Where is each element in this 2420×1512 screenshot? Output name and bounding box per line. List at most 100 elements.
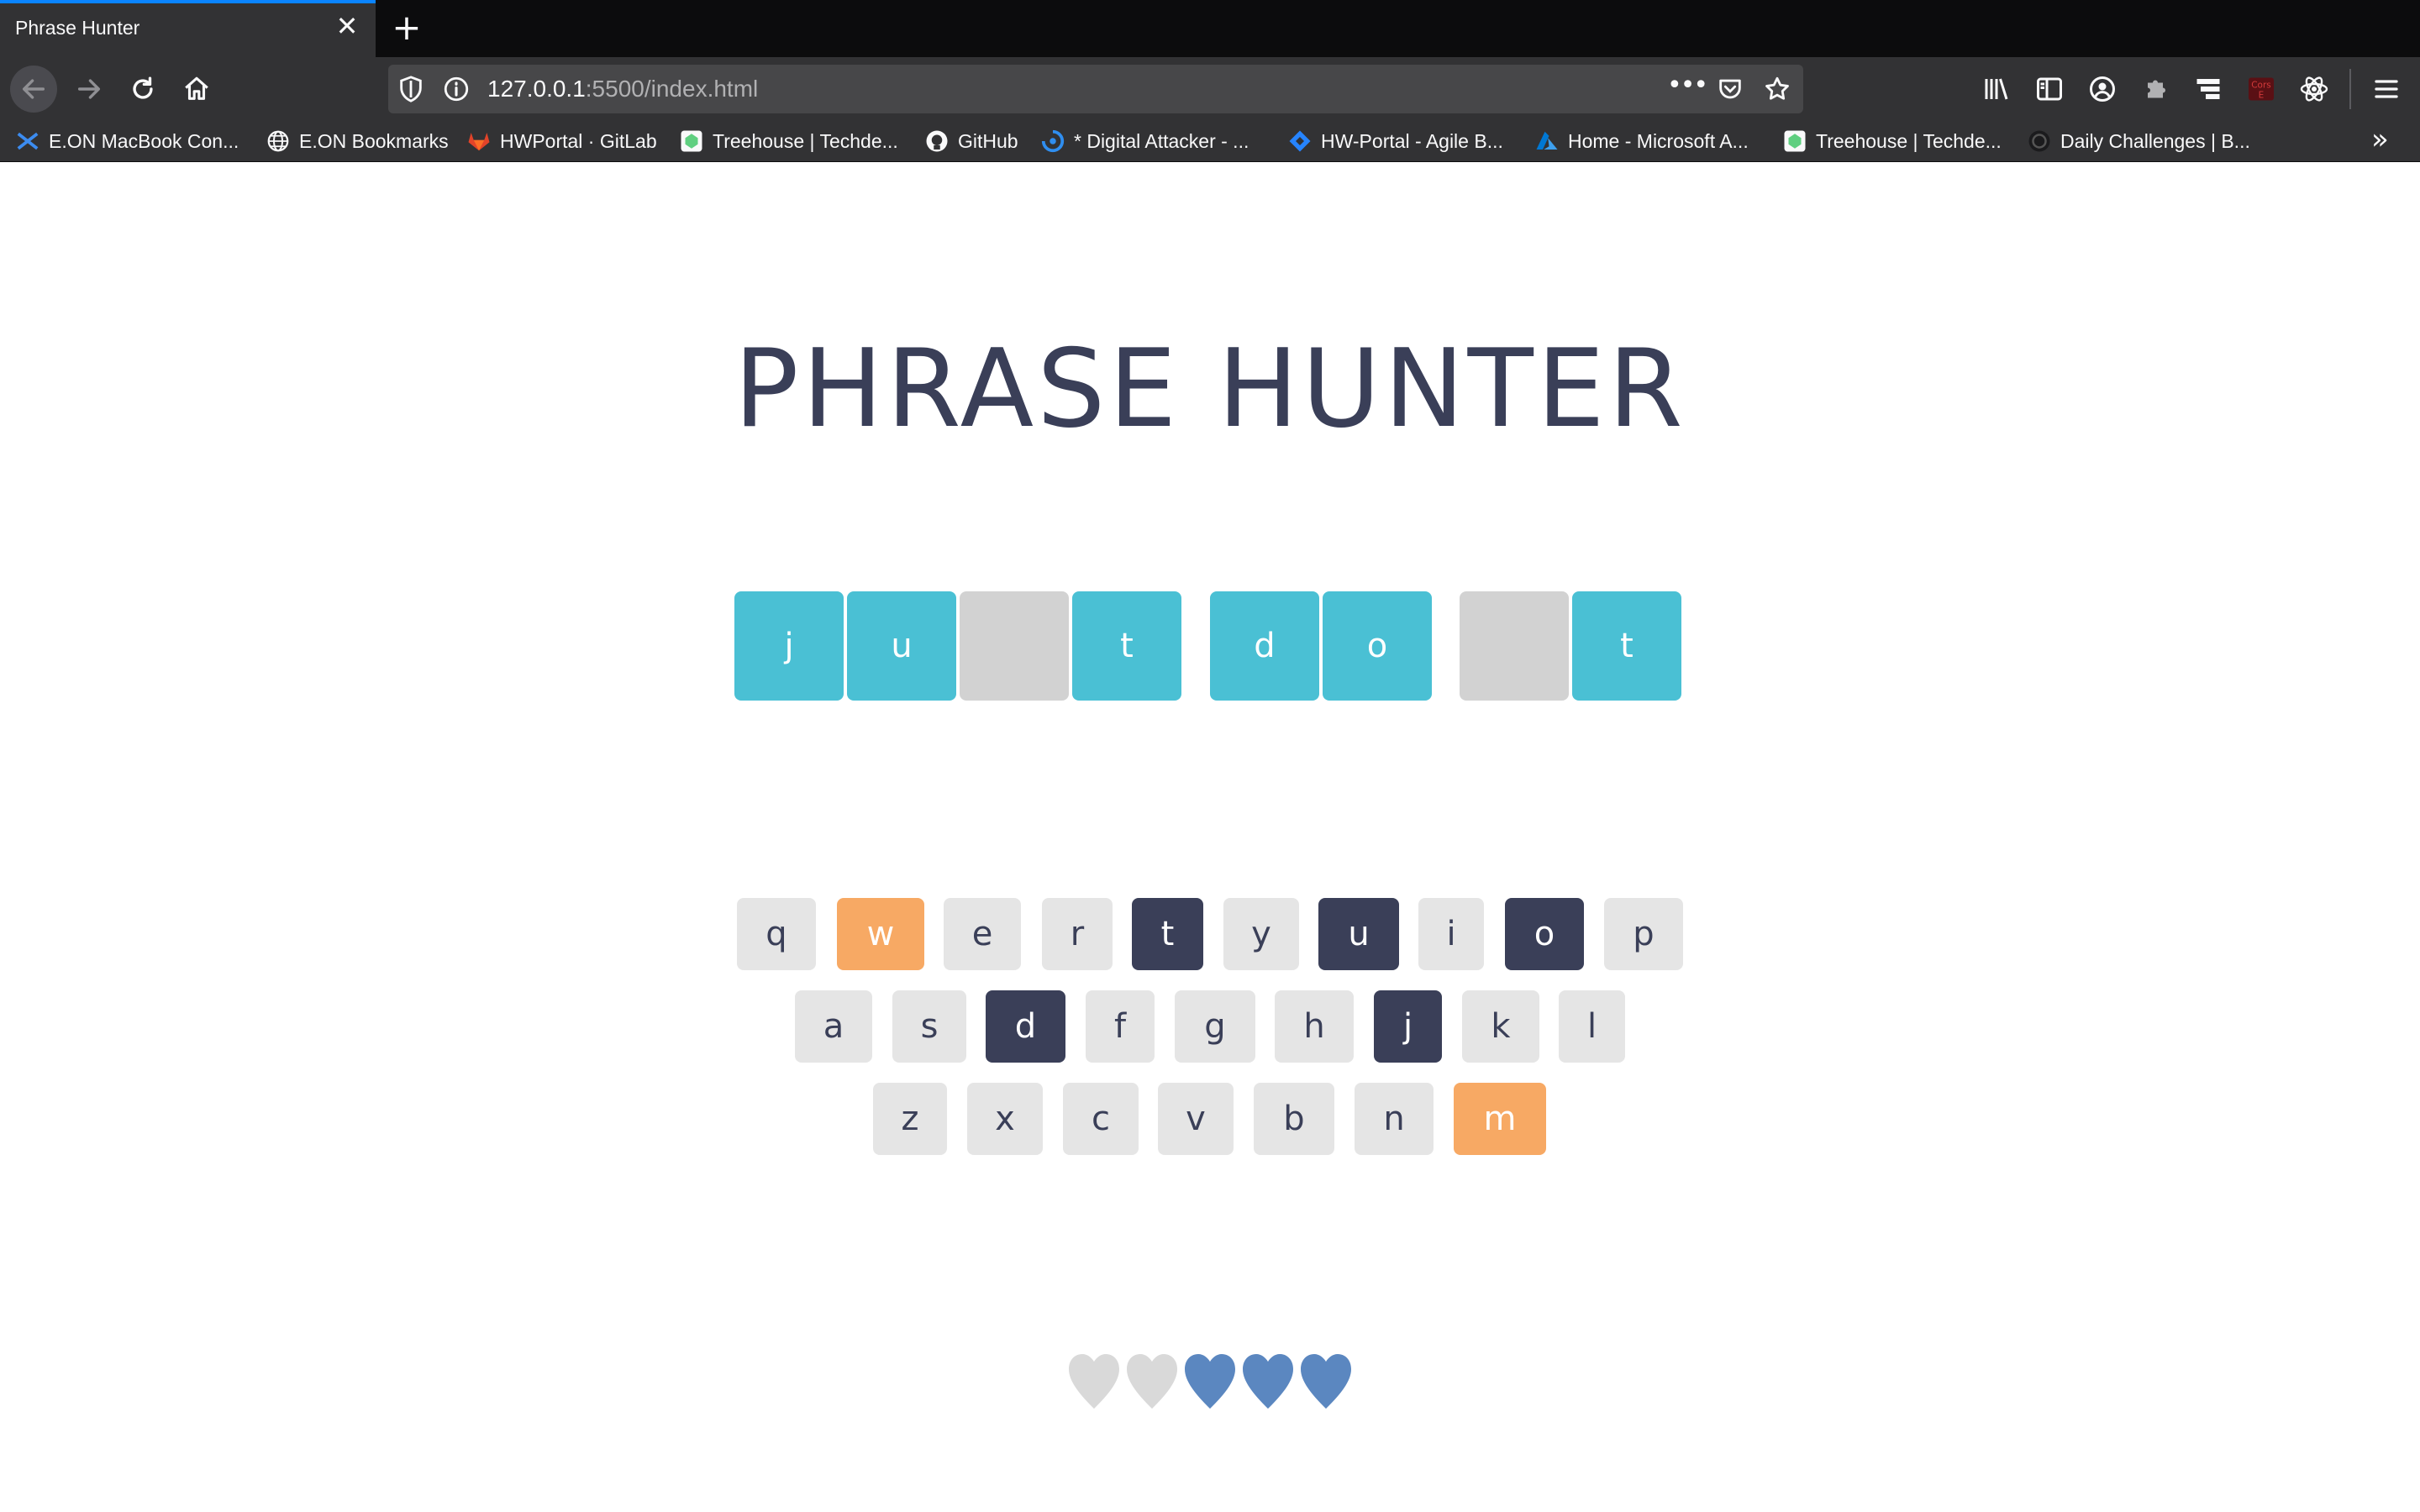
key-y[interactable]: y	[1223, 898, 1299, 970]
jira-icon	[1289, 130, 1311, 152]
key-v[interactable]: v	[1158, 1083, 1234, 1155]
bookmark-item[interactable]: E.ON Bookmarks	[266, 128, 449, 155]
page-content: PHRASE HUNTER j u s t d o i t q w e r t …	[0, 162, 2420, 1512]
gitlab-icon	[468, 133, 490, 151]
key-z[interactable]: z	[873, 1083, 947, 1155]
key-i[interactable]: i	[1418, 898, 1484, 970]
pocket-icon[interactable]	[1716, 75, 1744, 103]
phrase-letter: u	[847, 591, 956, 701]
key-c[interactable]: c	[1063, 1083, 1139, 1155]
url-field[interactable]: 127.0.0.1:5500/index.html	[487, 76, 758, 102]
phrase-letter: t	[1072, 591, 1181, 701]
page-actions-icon[interactable]: •••	[1667, 73, 1708, 103]
key-b[interactable]: b	[1254, 1083, 1334, 1155]
key-d[interactable]: d	[986, 990, 1065, 1063]
bookmark-label: HWPortal · GitLab	[500, 129, 657, 152]
github-icon	[926, 130, 948, 152]
key-t[interactable]: t	[1132, 898, 1203, 970]
phrase-letter: s	[960, 591, 1069, 701]
bookmark-label: * Digital Attacker - ...	[1074, 129, 1249, 152]
close-tab-icon[interactable]: ✕	[333, 12, 361, 40]
key-m[interactable]: m	[1454, 1083, 1546, 1155]
bookmark-item[interactable]: * Digital Attacker - ...	[1040, 128, 1249, 155]
sidebar-icon[interactable]	[2034, 74, 2065, 104]
phrase-letter: i	[1460, 591, 1569, 701]
react-devtools-icon[interactable]	[2299, 74, 2329, 104]
challenge-icon	[2028, 130, 2050, 152]
svg-text:Cors: Cors	[2251, 81, 2271, 91]
svg-text:E: E	[2259, 91, 2265, 101]
heart-icon	[1243, 1354, 1293, 1409]
key-w[interactable]: w	[837, 898, 924, 970]
forward-button[interactable]	[66, 66, 113, 113]
bookmark-item[interactable]: Treehouse | Techde...	[1782, 128, 2002, 155]
home-button[interactable]	[173, 66, 220, 113]
key-e[interactable]: e	[944, 898, 1021, 970]
bookmark-label: E.ON Bookmarks	[299, 129, 449, 152]
chevron-double-right-icon[interactable]: »	[2371, 125, 2402, 155]
bookmark-label: Treehouse | Techde...	[713, 129, 898, 152]
bookmark-item[interactable]: E.ON MacBook Con...	[15, 128, 239, 155]
account-icon[interactable]	[2087, 74, 2118, 104]
library-icon[interactable]	[1981, 74, 2012, 104]
key-a[interactable]: a	[795, 990, 872, 1063]
bookmark-item[interactable]: Daily Challenges | B...	[2027, 128, 2250, 155]
home-icon	[185, 76, 208, 100]
bookmark-star-icon[interactable]	[1763, 75, 1791, 103]
tab-active-indicator	[0, 0, 376, 3]
globe-icon	[267, 130, 289, 152]
menu-icon[interactable]	[2371, 74, 2402, 104]
bookmark-label: Daily Challenges | B...	[2060, 129, 2250, 152]
key-g[interactable]: g	[1175, 990, 1255, 1063]
cors-extension-icon[interactable]: CorsE	[2246, 74, 2276, 104]
bookmark-item[interactable]: GitHub	[924, 128, 1018, 155]
extension-puzzle-icon[interactable]	[2140, 74, 2170, 104]
tab-phrase-hunter[interactable]: Phrase Hunter ✕	[0, 0, 376, 57]
reload-button[interactable]	[119, 66, 166, 113]
key-r[interactable]: r	[1042, 898, 1113, 970]
bookmark-item[interactable]: Treehouse | Techde...	[679, 128, 898, 155]
bookmark-item[interactable]: HW-Portal - Agile B...	[1287, 128, 1503, 155]
new-tab-icon[interactable]: +	[388, 10, 425, 47]
bookmark-item[interactable]: HWPortal · GitLab	[466, 128, 657, 155]
phrase-letter: t	[1572, 591, 1681, 701]
phrase-letter: d	[1210, 591, 1319, 701]
shield-icon[interactable]	[397, 75, 425, 103]
heart-icon	[1185, 1354, 1235, 1409]
key-l[interactable]: l	[1559, 990, 1625, 1063]
key-q[interactable]: q	[737, 898, 816, 970]
bookmark-label: Treehouse | Techde...	[1816, 129, 2002, 152]
bookmark-label: GitHub	[958, 129, 1018, 152]
arrow-right-icon	[77, 79, 101, 99]
key-f[interactable]: f	[1086, 990, 1155, 1063]
address-bar[interactable]: 127.0.0.1:5500/index.html •••	[388, 65, 1803, 113]
tab-title: Phrase Hunter	[15, 17, 140, 39]
key-k[interactable]: k	[1462, 990, 1539, 1063]
game-title: PHRASE HUNTER	[734, 326, 1686, 452]
navigation-toolbar: 127.0.0.1:5500/index.html ••• Cors E	[0, 57, 2420, 121]
info-icon[interactable]	[442, 75, 471, 103]
bookmark-label: HW-Portal - Agile B...	[1321, 129, 1503, 152]
arrow-left-icon	[22, 79, 45, 99]
key-s[interactable]: s	[892, 990, 966, 1063]
url-path: :5500/index.html	[585, 76, 759, 102]
treehouse-icon	[1784, 130, 1806, 152]
bookmark-label: Home - Microsoft A...	[1568, 129, 1749, 152]
key-j[interactable]: j	[1374, 990, 1442, 1063]
key-o[interactable]: o	[1505, 898, 1584, 970]
key-n[interactable]: n	[1355, 1083, 1434, 1155]
stack-icon[interactable]	[2193, 74, 2223, 104]
back-button[interactable]	[10, 66, 57, 113]
key-x[interactable]: x	[967, 1083, 1043, 1155]
phrase-display: j u s t d o i t	[0, 591, 2420, 701]
heart-icon	[1127, 1354, 1177, 1409]
keyboard-row-2: a s d f g h j k l	[0, 990, 2420, 1063]
key-h[interactable]: h	[1275, 990, 1354, 1063]
keyboard-row-1: q w e r t y u i o p	[0, 898, 2420, 970]
eon-icon	[17, 132, 39, 150]
key-p[interactable]: p	[1604, 898, 1683, 970]
bookmark-label: E.ON MacBook Con...	[49, 129, 239, 152]
bookmark-item[interactable]: Home - Microsoft A...	[1534, 128, 1749, 155]
key-u[interactable]: u	[1318, 898, 1399, 970]
toolbar-separator	[2349, 69, 2351, 109]
